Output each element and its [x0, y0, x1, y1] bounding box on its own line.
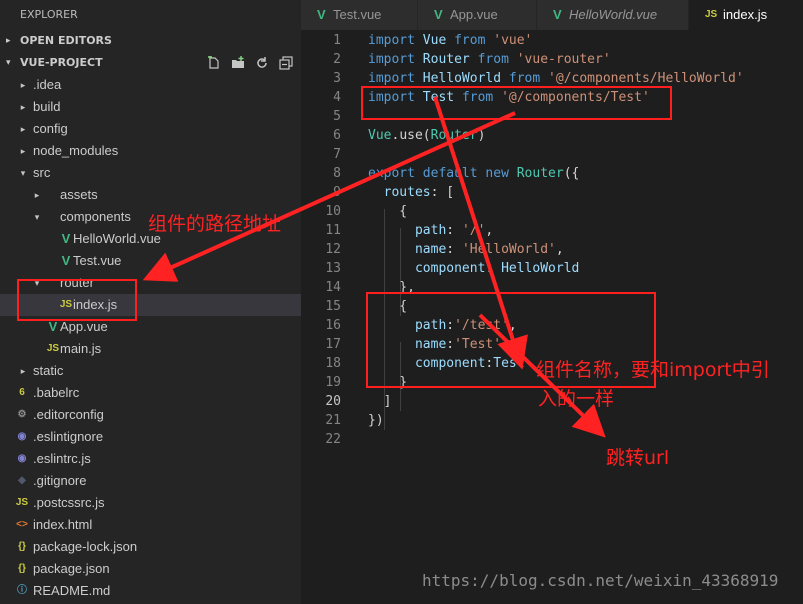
name-annotation-line1: 组件名称，要和import中引 — [536, 359, 770, 381]
name-annotation-line2: 入的一样 — [538, 388, 615, 410]
arrow-to-component — [433, 96, 528, 370]
watermark: https://blog.csdn.net/weixin_43368919 — [422, 571, 779, 590]
path-annotation: 组件的路径地址 — [148, 213, 282, 235]
arrow-to-router — [142, 111, 516, 282]
annotation-arrows — [142, 96, 606, 438]
url-annotation: 跳转url — [606, 447, 670, 469]
